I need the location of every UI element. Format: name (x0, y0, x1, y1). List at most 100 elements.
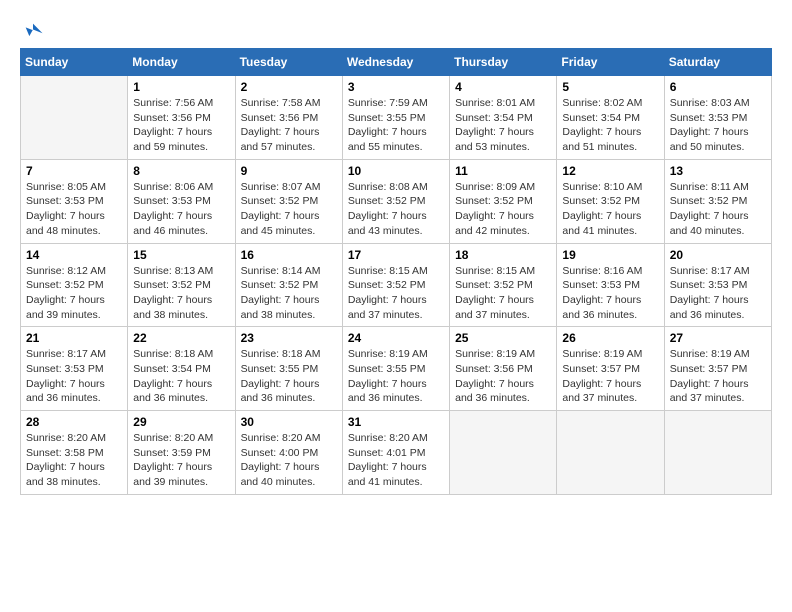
calendar-cell: 16 Sunrise: 8:14 AM Sunset: 3:52 PM Dayli… (235, 243, 342, 327)
day-info: Sunrise: 8:01 AM Sunset: 3:54 PM Dayligh… (455, 96, 551, 155)
day-number: 3 (348, 80, 444, 94)
calendar-cell (557, 411, 664, 495)
calendar-week-row: 14Sunrise: 8:12 AM Sunset: 3:52 PM Dayli… (21, 243, 772, 327)
calendar-cell: 17 Sunrise: 8:15 AM Sunset: 3:52 PM Dayli… (342, 243, 449, 327)
day-info: Sunrise: 8:20 AM Sunset: 4:01 PM Dayligh… (348, 431, 444, 490)
day-info: Sunrise: 8:11 AM Sunset: 3:52 PM Dayligh… (670, 180, 766, 239)
calendar-cell: 22 Sunrise: 8:18 AM Sunset: 3:54 PM Dayli… (128, 327, 235, 411)
day-info: Sunrise: 8:03 AM Sunset: 3:53 PM Dayligh… (670, 96, 766, 155)
calendar-cell: 5 Sunrise: 8:02 AM Sunset: 3:54 PM Daylig… (557, 76, 664, 160)
calendar-cell: 28 Sunrise: 8:20 AM Sunset: 3:58 PM Dayli… (21, 411, 128, 495)
day-info: Sunrise: 8:10 AM Sunset: 3:52 PM Dayligh… (562, 180, 658, 239)
weekday-header-friday: Friday (557, 49, 664, 76)
day-info: Sunrise: 8:15 AM Sunset: 3:52 PM Dayligh… (348, 264, 444, 323)
calendar-table: SundayMondayTuesdayWednesdayThursdayFrid… (20, 48, 772, 495)
day-number: 11 (455, 164, 551, 178)
day-number: 6 (670, 80, 766, 94)
day-info: Sunrise: 8:19 AM Sunset: 3:55 PM Dayligh… (348, 347, 444, 406)
day-info: Sunrise: 7:56 AM Sunset: 3:56 PM Dayligh… (133, 96, 229, 155)
day-info: Sunrise: 8:17 AM Sunset: 3:53 PM Dayligh… (670, 264, 766, 323)
day-info: Sunrise: 8:05 AM Sunset: 3:53 PM Dayligh… (26, 180, 122, 239)
calendar-cell: 11 Sunrise: 8:09 AM Sunset: 3:52 PM Dayli… (450, 159, 557, 243)
day-number: 8 (133, 164, 229, 178)
calendar-cell: 3Sunrise: 7:59 AM Sunset: 3:55 PM Daylig… (342, 76, 449, 160)
calendar-cell: 7Sunrise: 8:05 AM Sunset: 3:53 PM Daylig… (21, 159, 128, 243)
calendar-week-row: 21 Sunrise: 8:17 AM Sunset: 3:53 PM Dayli… (21, 327, 772, 411)
calendar-cell: 15 Sunrise: 8:13 AM Sunset: 3:52 PM Dayli… (128, 243, 235, 327)
calendar-cell: 26 Sunrise: 8:19 AM Sunset: 3:57 PM Dayli… (557, 327, 664, 411)
day-number: 2 (241, 80, 337, 94)
day-info: Sunrise: 8:16 AM Sunset: 3:53 PM Dayligh… (562, 264, 658, 323)
day-info: Sunrise: 8:07 AM Sunset: 3:52 PM Dayligh… (241, 180, 337, 239)
weekday-header-sunday: Sunday (21, 49, 128, 76)
calendar-cell: 12 Sunrise: 8:10 AM Sunset: 3:52 PM Dayli… (557, 159, 664, 243)
day-info: Sunrise: 8:19 AM Sunset: 3:57 PM Dayligh… (670, 347, 766, 406)
calendar-cell (664, 411, 771, 495)
day-number: 24 (348, 331, 444, 345)
weekday-header-monday: Monday (128, 49, 235, 76)
calendar-cell: 23 Sunrise: 8:18 AM Sunset: 3:55 PM Dayli… (235, 327, 342, 411)
day-number: 26 (562, 331, 658, 345)
weekday-header-saturday: Saturday (664, 49, 771, 76)
calendar-cell: 2Sunrise: 7:58 AM Sunset: 3:56 PM Daylig… (235, 76, 342, 160)
logo-bird-icon (22, 20, 44, 42)
day-number: 4 (455, 80, 551, 94)
calendar-cell: 1 Sunrise: 7:56 AM Sunset: 3:56 PM Daylig… (128, 76, 235, 160)
day-number: 25 (455, 331, 551, 345)
day-number: 12 (562, 164, 658, 178)
calendar-cell (21, 76, 128, 160)
calendar-cell: 18Sunrise: 8:15 AM Sunset: 3:52 PM Dayli… (450, 243, 557, 327)
calendar-cell: 8 Sunrise: 8:06 AM Sunset: 3:53 PM Daylig… (128, 159, 235, 243)
calendar-cell: 24 Sunrise: 8:19 AM Sunset: 3:55 PM Dayli… (342, 327, 449, 411)
calendar-cell (450, 411, 557, 495)
day-number: 21 (26, 331, 122, 345)
calendar-week-row: 1 Sunrise: 7:56 AM Sunset: 3:56 PM Daylig… (21, 76, 772, 160)
day-number: 9 (241, 164, 337, 178)
calendar-cell: 9 Sunrise: 8:07 AM Sunset: 3:52 PM Daylig… (235, 159, 342, 243)
day-info: Sunrise: 8:20 AM Sunset: 3:58 PM Dayligh… (26, 431, 122, 490)
calendar-cell: 20 Sunrise: 8:17 AM Sunset: 3:53 PM Dayli… (664, 243, 771, 327)
day-number: 1 (133, 80, 229, 94)
day-info: Sunrise: 8:18 AM Sunset: 3:55 PM Dayligh… (241, 347, 337, 406)
day-number: 16 (241, 248, 337, 262)
weekday-header-tuesday: Tuesday (235, 49, 342, 76)
day-number: 17 (348, 248, 444, 262)
day-number: 20 (670, 248, 766, 262)
calendar-header-row: SundayMondayTuesdayWednesdayThursdayFrid… (21, 49, 772, 76)
day-number: 18 (455, 248, 551, 262)
day-number: 28 (26, 415, 122, 429)
calendar-cell: 6 Sunrise: 8:03 AM Sunset: 3:53 PM Daylig… (664, 76, 771, 160)
calendar-cell: 25Sunrise: 8:19 AM Sunset: 3:56 PM Dayli… (450, 327, 557, 411)
day-number: 29 (133, 415, 229, 429)
calendar-cell: 31Sunrise: 8:20 AM Sunset: 4:01 PM Dayli… (342, 411, 449, 495)
day-number: 10 (348, 164, 444, 178)
calendar-cell: 19Sunrise: 8:16 AM Sunset: 3:53 PM Dayli… (557, 243, 664, 327)
day-info: Sunrise: 8:02 AM Sunset: 3:54 PM Dayligh… (562, 96, 658, 155)
day-info: Sunrise: 8:09 AM Sunset: 3:52 PM Dayligh… (455, 180, 551, 239)
page-header (20, 20, 772, 38)
calendar-cell: 13Sunrise: 8:11 AM Sunset: 3:52 PM Dayli… (664, 159, 771, 243)
day-info: Sunrise: 8:08 AM Sunset: 3:52 PM Dayligh… (348, 180, 444, 239)
day-info: Sunrise: 8:19 AM Sunset: 3:57 PM Dayligh… (562, 347, 658, 406)
calendar-cell: 10 Sunrise: 8:08 AM Sunset: 3:52 PM Dayli… (342, 159, 449, 243)
day-info: Sunrise: 8:20 AM Sunset: 4:00 PM Dayligh… (241, 431, 337, 490)
day-number: 15 (133, 248, 229, 262)
day-info: Sunrise: 8:14 AM Sunset: 3:52 PM Dayligh… (241, 264, 337, 323)
logo (20, 20, 44, 38)
day-number: 22 (133, 331, 229, 345)
weekday-header-thursday: Thursday (450, 49, 557, 76)
day-number: 5 (562, 80, 658, 94)
day-info: Sunrise: 8:13 AM Sunset: 3:52 PM Dayligh… (133, 264, 229, 323)
day-info: Sunrise: 8:06 AM Sunset: 3:53 PM Dayligh… (133, 180, 229, 239)
day-number: 23 (241, 331, 337, 345)
calendar-cell: 4 Sunrise: 8:01 AM Sunset: 3:54 PM Daylig… (450, 76, 557, 160)
calendar-cell: 14Sunrise: 8:12 AM Sunset: 3:52 PM Dayli… (21, 243, 128, 327)
calendar-cell: 27 Sunrise: 8:19 AM Sunset: 3:57 PM Dayli… (664, 327, 771, 411)
weekday-header-wednesday: Wednesday (342, 49, 449, 76)
day-info: Sunrise: 8:12 AM Sunset: 3:52 PM Dayligh… (26, 264, 122, 323)
day-number: 30 (241, 415, 337, 429)
day-info: Sunrise: 8:18 AM Sunset: 3:54 PM Dayligh… (133, 347, 229, 406)
calendar-week-row: 28 Sunrise: 8:20 AM Sunset: 3:58 PM Dayli… (21, 411, 772, 495)
day-number: 27 (670, 331, 766, 345)
day-info: Sunrise: 8:17 AM Sunset: 3:53 PM Dayligh… (26, 347, 122, 406)
